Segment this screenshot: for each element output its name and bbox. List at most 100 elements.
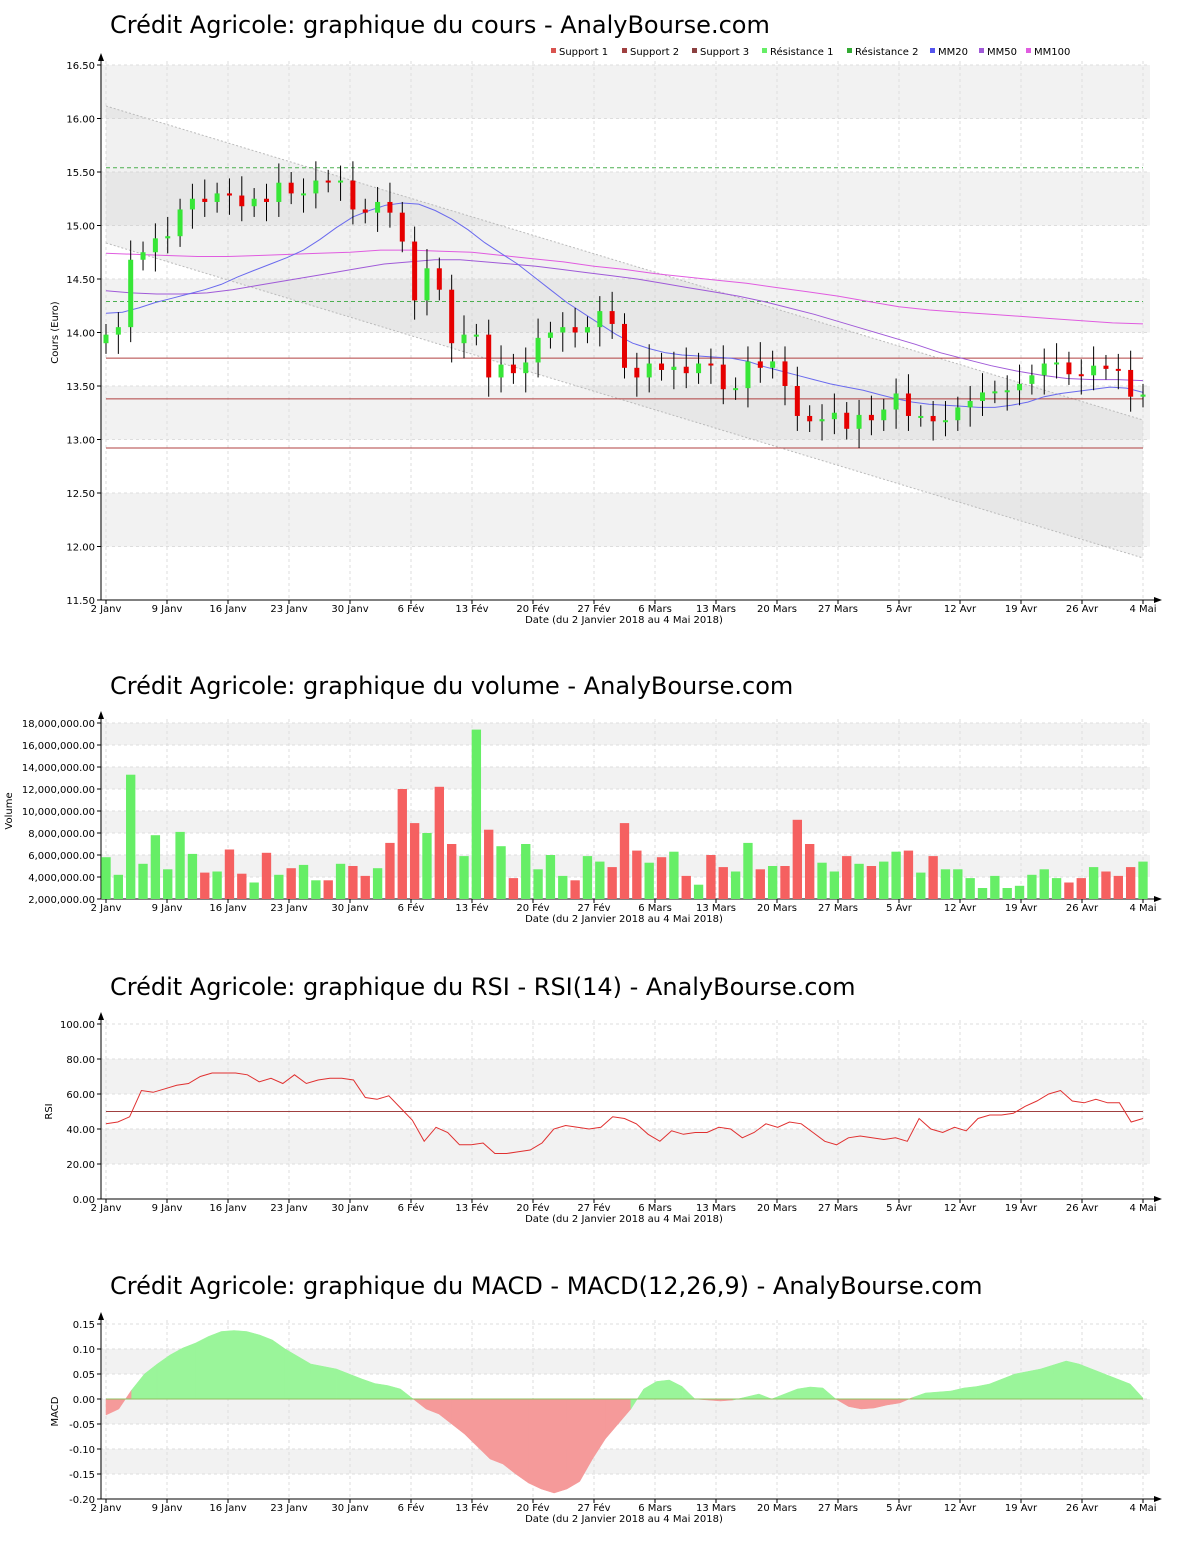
volume-xaxis-arrow	[1154, 896, 1162, 902]
candle-up	[856, 414, 862, 429]
candle-up	[831, 412, 837, 420]
macd-chart-title: Crédit Agricole: graphique du MACD - MAC…	[110, 1272, 983, 1300]
candle-up	[1140, 394, 1146, 397]
rsi-xtick-label: 27 Mars	[818, 1203, 858, 1214]
candle-up	[189, 198, 195, 210]
price-yaxis-arrow	[98, 53, 104, 61]
legend-label: MM20	[938, 47, 968, 58]
legend-swatch	[979, 48, 984, 53]
macd-area-positive	[784, 1388, 798, 1400]
volume-bar-up	[126, 774, 136, 899]
macd-area-positive	[131, 1373, 145, 1400]
volume-bar-up	[854, 863, 864, 899]
macd-chart: -0.20-0.15-0.10-0.050.000.050.100.152 Ja…	[50, 1312, 1162, 1525]
rsi-yaxis-title: RSI	[44, 1103, 55, 1119]
charts-canvas: Crédit Agricole: graphique du cours - An…	[4, 11, 1162, 1525]
macd-xtick-label: 13 Fév	[455, 1502, 488, 1514]
macd-xtick-label: 6 Fév	[398, 1502, 425, 1514]
rsi-xtick-label: 30 Janv	[331, 1203, 368, 1214]
volume-bar-up	[545, 855, 556, 899]
macd-area-negative	[502, 1398, 516, 1475]
candle-down	[436, 268, 442, 290]
legend-label: Support 1	[559, 47, 608, 58]
volume-xtick-label: 20 Fév	[516, 902, 549, 914]
macd-ytick-label: -0.05	[69, 1420, 95, 1431]
legend-swatch	[762, 48, 767, 53]
macd-area-positive	[1117, 1378, 1131, 1400]
price-chart: 11.5012.0012.5013.0013.5014.0014.5015.00…	[50, 46, 1162, 626]
volume-band	[100, 767, 1150, 789]
rsi-ytick-label: 80.00	[66, 1055, 95, 1066]
candle-up	[671, 366, 677, 370]
rsi-ytick-label: 100.00	[60, 1020, 95, 1031]
legend-swatch	[622, 48, 627, 53]
volume-yaxis-arrow	[98, 711, 104, 719]
macd-area-negative	[566, 1398, 580, 1490]
macd-area-negative	[451, 1398, 465, 1435]
macd-area-positive	[220, 1330, 235, 1400]
volume-bar-down	[1125, 867, 1136, 899]
candle-up	[535, 337, 541, 363]
volume-bar-up	[558, 875, 568, 899]
volume-bar-down	[718, 867, 728, 899]
candle-down	[782, 361, 788, 386]
rsi-xtick-label: 6 Mars	[638, 1203, 672, 1214]
candle-up	[967, 400, 973, 408]
volume-bar-down	[323, 880, 333, 899]
volume-bar-down	[570, 880, 580, 899]
volume-bar-up	[249, 882, 259, 899]
candle-down	[609, 311, 615, 324]
candle-up	[338, 180, 344, 183]
legend-label: MM100	[1034, 47, 1070, 58]
macd-xtick-label: 4 Mai	[1129, 1503, 1156, 1514]
macd-area-positive	[182, 1342, 196, 1400]
candle-up	[992, 391, 998, 394]
candle-down	[720, 364, 726, 390]
macd-area-negative	[861, 1398, 875, 1410]
volume-bar-up	[953, 869, 963, 899]
volume-bar-up	[422, 833, 432, 899]
candle-down	[226, 193, 232, 196]
macd-area-positive	[771, 1393, 785, 1400]
macd-area-positive	[336, 1368, 350, 1400]
volume-bar-down	[681, 875, 691, 899]
candle-down	[683, 366, 689, 374]
volume-bar-up	[916, 872, 926, 899]
macd-area-negative	[464, 1398, 478, 1448]
candle-down	[868, 414, 874, 421]
legend-label: MM50	[987, 47, 1017, 58]
volume-bar-down	[632, 850, 642, 899]
volume-bar-up	[101, 857, 111, 899]
macd-ytick-label: 0.05	[73, 1370, 95, 1381]
macd-ytick-label: 0.15	[73, 1320, 95, 1331]
macd-ytick-label: -0.15	[69, 1470, 95, 1481]
macd-xtick-label: 23 Janv	[270, 1503, 307, 1514]
volume-bar-down	[348, 866, 358, 899]
macd-area-positive	[1104, 1373, 1118, 1400]
volume-xtick-label: 19 Avr	[1005, 903, 1038, 914]
candle-down	[930, 415, 936, 422]
candle-up	[918, 415, 924, 418]
macd-area-positive	[950, 1387, 965, 1400]
candle-up	[733, 388, 739, 391]
candle-up	[881, 409, 887, 421]
volume-bar-down	[434, 786, 444, 899]
price-ytick-label: 16.00	[66, 115, 95, 126]
legend-label: Résistance 1	[770, 46, 833, 58]
volume-bar-up	[175, 831, 185, 899]
macd-area-positive	[1001, 1373, 1016, 1400]
volume-bar-up	[1088, 867, 1099, 899]
volume-bar-down	[805, 844, 815, 899]
volume-ytick-label: 4,000,000.00	[28, 873, 95, 884]
volume-bar-up	[595, 861, 605, 899]
candle-up	[301, 193, 307, 196]
candle-down	[202, 198, 208, 202]
candle-down	[807, 415, 813, 422]
macd-area-positive	[1091, 1368, 1105, 1400]
volume-ytick-label: 2,000,000.00	[28, 895, 95, 906]
rsi-xtick-label: 20 Mars	[757, 1203, 797, 1214]
price-yaxis-title: Cours (Euro)	[50, 301, 61, 364]
candle-down	[1103, 365, 1109, 369]
candle-up	[375, 201, 381, 213]
macd-xaxis-arrow	[1154, 1496, 1162, 1502]
